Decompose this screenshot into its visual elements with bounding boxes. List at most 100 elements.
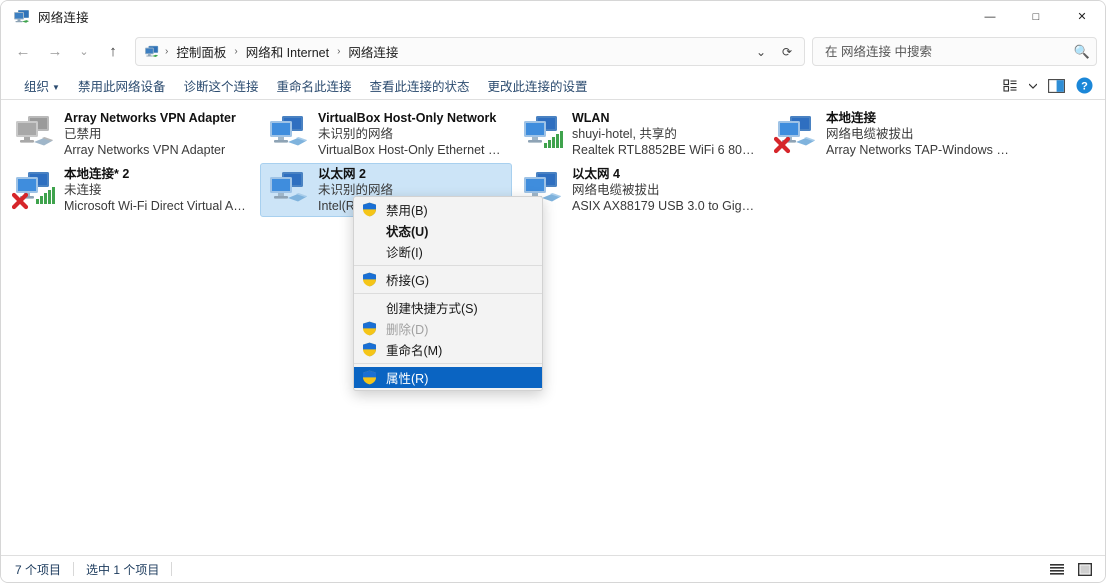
- breadcrumb: › 控制面板 › 网络和 Internet › 网络连接: [144, 40, 748, 63]
- context-menu-item-label: 重命名(M): [386, 344, 443, 358]
- wireless-adapter-icon: [520, 112, 568, 156]
- command-view-status[interactable]: 查看此连接的状态: [360, 73, 478, 98]
- connection-device: Microsoft Wi-Fi Direct Virtual A…: [64, 199, 246, 213]
- connection-name: 本地连接: [826, 111, 877, 125]
- status-selection-count: 选中 1 个项目: [86, 562, 160, 577]
- connection-device: ASIX AX88179 USB 3.0 to Giga…: [572, 199, 760, 213]
- connection-name: VirtualBox Host-Only Network: [318, 111, 497, 125]
- command-disable-device[interactable]: 禁用此网络设备: [69, 73, 175, 98]
- context-menu-item[interactable]: 诊断(I): [354, 241, 542, 262]
- context-menu-item-label: 状态(U): [386, 225, 429, 239]
- wireless-adapter-icon: [11, 168, 60, 212]
- connections-list: Array Networks VPN Adapter 已禁用 Array Netwo…: [1, 100, 1105, 545]
- address-bar-actions: ⌄ ⟳: [748, 39, 800, 65]
- context-menu-item-label: 属性(R): [386, 372, 429, 386]
- menu-item-no-icon: [360, 300, 378, 316]
- back-button[interactable]: ←: [7, 37, 39, 67]
- command-organize-label: 组织: [24, 79, 50, 94]
- connection-status: 未连接: [64, 183, 102, 197]
- status-divider: [73, 562, 75, 576]
- connection-name: 以太网 2: [318, 167, 366, 181]
- connection-status: 网络电缆被拔出: [572, 183, 660, 197]
- uac-shield-icon: [360, 202, 378, 218]
- context-menu-item-label: 桥接(G): [386, 274, 430, 288]
- context-menu: 禁用(B) 状态(U) 诊断(I) 桥接(G) 创建快捷方式(S) 删除(D) 重命名(M)…: [353, 196, 543, 391]
- connection-tile[interactable]: 以太网 4 网络电缆被拔出 ASIX AX88179 USB 3.0 to Giga…: [514, 163, 766, 217]
- connection-tile[interactable]: WLAN shuyi-hotel, 共享的 Realtek RTL8852BE Wi…: [514, 107, 766, 161]
- breadcrumb-separator: ›: [337, 46, 341, 57]
- chevron-down-icon: ▼: [52, 82, 60, 92]
- context-menu-item[interactable]: 创建快捷方式(S): [354, 297, 542, 318]
- title-bar: 网络连接 — □ ✕: [1, 1, 1105, 32]
- view-switcher: [1045, 559, 1097, 579]
- chevron-down-icon[interactable]: ⌄: [748, 39, 774, 65]
- uac-shield-icon: [360, 342, 378, 358]
- minimize-button[interactable]: —: [967, 1, 1013, 32]
- search-input[interactable]: [823, 43, 1070, 60]
- command-diagnose-connection[interactable]: 诊断这个连接: [174, 73, 267, 98]
- address-bar[interactable]: › 控制面板 › 网络和 Internet › 网络连接 ⌄ ⟳: [135, 37, 805, 66]
- command-bar: 组织 ▼ 禁用此网络设备 诊断这个连接 重命名此连接 查看此连接的状态 更改此连接…: [1, 71, 1105, 100]
- connection-status: 网络电缆被拔出: [826, 127, 914, 141]
- refresh-icon[interactable]: ⟳: [774, 39, 800, 65]
- uac-shield-icon: [360, 370, 378, 386]
- breadcrumb-separator: ›: [165, 46, 169, 57]
- window-title: 网络连接: [38, 11, 89, 25]
- up-button[interactable]: ↑: [97, 37, 129, 67]
- command-organize[interactable]: 组织 ▼: [15, 73, 69, 98]
- uac-shield-icon: [360, 321, 378, 337]
- context-menu-item-label: 诊断(I): [386, 246, 423, 260]
- connection-name: 以太网 4: [572, 167, 620, 181]
- search-box[interactable]: 🔍: [812, 37, 1097, 66]
- uac-shield-icon: [360, 272, 378, 288]
- context-menu-separator: [354, 293, 542, 294]
- context-menu-item-label: 创建快捷方式(S): [386, 302, 478, 316]
- tiles-view-icon[interactable]: [1073, 559, 1097, 579]
- context-menu-separator: [354, 363, 542, 364]
- connection-name: 本地连接* 2: [64, 167, 130, 181]
- connection-device: Array Networks TAP-Windows …: [826, 143, 1009, 157]
- connection-tile[interactable]: 本地连接网络电缆被拔出 Array Networks TAP-Windows …: [768, 107, 1020, 161]
- forward-button[interactable]: →: [39, 37, 71, 67]
- view-options-icon[interactable]: [997, 74, 1023, 98]
- context-menu-item-label: 禁用(B): [386, 204, 428, 218]
- details-view-icon[interactable]: [1045, 559, 1069, 579]
- view-options-caret-icon[interactable]: [1025, 74, 1041, 98]
- command-change-settings[interactable]: 更改此连接的设置: [479, 73, 597, 98]
- menu-item-no-icon: [360, 223, 378, 239]
- context-menu-item: 删除(D): [354, 318, 542, 339]
- status-bar: 7 个项目 选中 1 个项目: [1, 555, 1105, 582]
- network-adapter-icon: [266, 112, 314, 156]
- preview-pane-icon[interactable]: [1043, 74, 1069, 98]
- status-divider: [171, 562, 173, 576]
- breadcrumb-item-network-connections[interactable]: 网络连接: [343, 40, 403, 63]
- connection-status: 未识别的网络: [318, 127, 394, 141]
- context-menu-item[interactable]: 重命名(M): [354, 339, 542, 360]
- connection-status: shuyi-hotel, 共享的: [572, 127, 677, 141]
- network-connections-icon: [13, 9, 31, 25]
- context-menu-item-label: 删除(D): [386, 323, 429, 337]
- breadcrumb-item-network-internet[interactable]: 网络和 Internet: [241, 40, 334, 63]
- connection-tile[interactable]: VirtualBox Host-Only Network 未识别的网络 Virtua…: [260, 107, 512, 161]
- network-adapter-icon: [773, 112, 822, 156]
- context-menu-item[interactable]: 桥接(G): [354, 269, 542, 290]
- menu-item-no-icon: [360, 244, 378, 260]
- context-menu-item[interactable]: 状态(U): [354, 220, 542, 241]
- connection-device: Realtek RTL8852BE WiFi 6 802....: [572, 143, 760, 157]
- network-adapter-disabled-icon: [12, 112, 60, 156]
- maximize-button[interactable]: □: [1013, 1, 1059, 32]
- connection-tile[interactable]: Array Networks VPN Adapter 已禁用 Array Netwo…: [6, 107, 258, 161]
- close-button[interactable]: ✕: [1059, 1, 1105, 32]
- breadcrumb-separator: ›: [234, 46, 238, 57]
- recent-locations-button[interactable]: ⌄: [71, 37, 97, 67]
- context-menu-item[interactable]: 禁用(B): [354, 199, 542, 220]
- breadcrumb-item-control-panel[interactable]: 控制面板: [171, 40, 231, 63]
- context-menu-separator: [354, 265, 542, 266]
- context-menu-item[interactable]: 属性(R): [354, 367, 542, 388]
- command-rename-connection[interactable]: 重命名此连接: [267, 73, 360, 98]
- network-connections-window: 网络连接 — □ ✕ ← → ⌄ ↑ › 控制面板 › 网络和 Internet…: [0, 0, 1106, 583]
- connection-tile[interactable]: 本地连接* 2 未连接 Microsoft Wi-Fi Direct Virtual…: [6, 163, 258, 217]
- status-item-count: 7 个项目: [15, 562, 62, 577]
- help-icon[interactable]: ?: [1071, 74, 1097, 98]
- search-icon[interactable]: 🔍: [1074, 44, 1090, 60]
